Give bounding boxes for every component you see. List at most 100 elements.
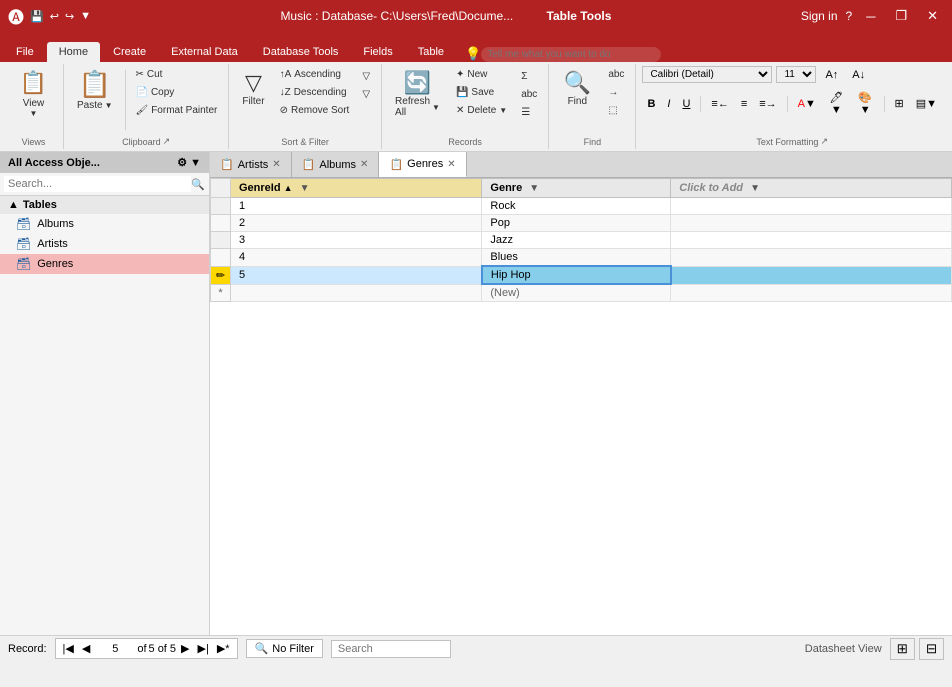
record-next-button[interactable]: ▶ <box>178 641 192 656</box>
row-2-genre[interactable]: Pop <box>482 215 671 232</box>
paste-button[interactable]: 📋 Paste ▼ <box>70 66 120 134</box>
row-3-genre[interactable]: Jazz <box>482 232 671 249</box>
status-search-input[interactable] <box>331 640 451 658</box>
row-2-selector[interactable] <box>211 215 231 232</box>
format-painter-button[interactable]: 🖌 Format Painter <box>131 102 223 119</box>
toggle-filter-button[interactable]: ▽ <box>357 68 375 85</box>
row-4-genre[interactable]: Blues <box>482 249 671 267</box>
new-row-selector: * <box>211 284 231 302</box>
genre-id-dropdown-icon[interactable]: ▼ <box>300 183 310 194</box>
find-button[interactable]: 🔍 Find <box>555 66 599 111</box>
row-5-genre[interactable]: Hip Hop <box>482 266 671 284</box>
italic-button[interactable]: I <box>662 96 675 112</box>
save-record-button[interactable]: 💾 Save <box>451 84 512 101</box>
nav-options-icon[interactable]: ⚙ ▼ <box>177 156 201 169</box>
gridlines-button[interactable]: ⊞ <box>890 95 909 112</box>
minimize-button[interactable]: ─ <box>860 7 881 26</box>
row-3-selector[interactable] <box>211 232 231 249</box>
nav-item-artists[interactable]: 🗃 Artists <box>0 234 209 254</box>
tab-table[interactable]: Table <box>406 42 456 62</box>
tab-database-tools[interactable]: Database Tools <box>251 42 351 62</box>
underline-button[interactable]: U <box>677 96 695 112</box>
bold-button[interactable]: B <box>642 96 660 112</box>
redo-icon[interactable]: ↪ <box>65 10 74 23</box>
remove-sort-button[interactable]: ⊘ Remove Sort <box>275 102 355 119</box>
nav-item-albums[interactable]: 🗃 Albums <box>0 214 209 234</box>
header-genre-id[interactable]: GenreId ▲ ▼ <box>231 179 482 198</box>
nav-search-icon[interactable]: 🔍 <box>191 178 205 191</box>
refresh-button[interactable]: 🔄 RefreshAll ▼ <box>388 66 447 122</box>
close-button[interactable]: ✕ <box>921 6 944 26</box>
genre-dropdown-icon[interactable]: ▼ <box>529 183 539 194</box>
tab-external-data[interactable]: External Data <box>159 42 250 62</box>
copy-button[interactable]: 📄 Copy <box>131 84 223 101</box>
tab-genres-close-icon[interactable]: ✕ <box>447 159 455 170</box>
descending-button[interactable]: ↓Z Descending <box>275 84 355 101</box>
decrease-font-button[interactable]: A↓ <box>847 67 870 83</box>
tab-artists[interactable]: 📋 Artists ✕ <box>210 152 292 177</box>
goto-button[interactable]: → <box>603 84 629 101</box>
highlight-color-button[interactable]: 🖊▼ <box>823 89 850 118</box>
nav-item-genres[interactable]: 🗃 Genres <box>0 254 209 274</box>
header-click-to-add[interactable]: Click to Add ▼ <box>671 179 952 198</box>
select-button[interactable]: ⬚ <box>603 102 629 119</box>
row-1-genre[interactable]: Rock <box>482 198 671 215</box>
row-1-selector[interactable] <box>211 198 231 215</box>
no-filter-button[interactable]: 🔍 No Filter <box>246 639 323 658</box>
advanced-filter-button[interactable]: ▽ <box>357 86 375 103</box>
quick-save-icon[interactable]: 💾 <box>30 10 44 23</box>
right-align-button[interactable]: ≡→ <box>754 96 781 112</box>
font-size-select[interactable]: 11 <box>776 66 816 83</box>
pivot-view-button[interactable]: ⊟ <box>919 638 944 660</box>
text-fmt-dialog-icon[interactable]: ↗ <box>820 136 828 147</box>
tables-header[interactable]: ▲ Tables <box>0 196 209 214</box>
help-icon[interactable]: ? <box>846 9 853 23</box>
alternate-row-color-button[interactable]: ▤▼ <box>911 95 942 112</box>
replace-button[interactable]: abc <box>603 66 629 83</box>
left-align-button[interactable]: ≡← <box>706 96 733 112</box>
tab-albums-close-icon[interactable]: ✕ <box>360 159 368 170</box>
tell-me-box[interactable]: 💡 <box>457 46 948 62</box>
increase-font-button[interactable]: A↑ <box>820 67 843 83</box>
tab-create[interactable]: Create <box>101 42 158 62</box>
font-color-button[interactable]: A▼ <box>793 96 821 112</box>
tab-artists-close-icon[interactable]: ✕ <box>272 159 280 170</box>
undo-icon[interactable]: ↩ <box>50 10 59 23</box>
artists-label: Artists <box>37 238 68 250</box>
record-new-button[interactable]: ▶* <box>214 641 233 656</box>
quick-access-dropdown-icon[interactable]: ▼ <box>80 10 91 22</box>
nav-header[interactable]: All Access Obje... ⚙ ▼ <box>0 152 209 173</box>
row-5-selector[interactable]: ✏ <box>211 266 231 284</box>
nav-search-input[interactable] <box>4 176 191 192</box>
record-prev-button[interactable]: ◀ <box>79 641 93 656</box>
cut-button[interactable]: ✂ Cut <box>131 66 223 83</box>
tab-albums[interactable]: 📋 Albums ✕ <box>292 152 380 177</box>
tab-file[interactable]: File <box>4 42 46 62</box>
background-color-button[interactable]: 🎨▼ <box>852 89 879 118</box>
delete-record-button[interactable]: ✕ Delete ▼ <box>451 102 512 119</box>
clipboard-dialog-icon[interactable]: ↗ <box>163 136 171 147</box>
restore-button[interactable]: ❐ <box>889 6 913 26</box>
spell-check-button[interactable]: abc <box>516 86 542 103</box>
view-button[interactable]: 📋 View ▼ <box>12 66 56 122</box>
tab-genres[interactable]: 📋 Genres ✕ <box>379 152 466 177</box>
ascending-button[interactable]: ↑A Ascending <box>275 66 355 83</box>
record-first-button[interactable]: |◀ <box>60 641 77 656</box>
tab-home[interactable]: Home <box>47 42 100 62</box>
more-button[interactable]: ☰ <box>516 104 542 121</box>
font-family-select[interactable]: Calibri (Detail) <box>642 66 772 83</box>
record-current-input[interactable] <box>95 643 135 655</box>
record-last-button[interactable]: ▶| <box>195 641 212 656</box>
row-4-selector[interactable] <box>211 249 231 267</box>
header-genre[interactable]: Genre ▼ <box>482 179 671 198</box>
sign-in-link[interactable]: Sign in <box>801 9 838 23</box>
tab-fields[interactable]: Fields <box>351 42 404 62</box>
filter-button[interactable]: ▽ Filter <box>235 66 271 119</box>
tell-me-input[interactable] <box>481 47 661 62</box>
center-align-button[interactable]: ≡ <box>736 96 752 112</box>
click-to-add-dropdown-icon[interactable]: ▼ <box>750 183 760 194</box>
totals-button[interactable]: Σ <box>516 68 542 85</box>
new-row-genre[interactable]: (New) <box>482 284 671 302</box>
datasheet-view-button[interactable]: ⊞ <box>890 638 915 660</box>
new-record-button[interactable]: ✦ New <box>451 66 512 83</box>
